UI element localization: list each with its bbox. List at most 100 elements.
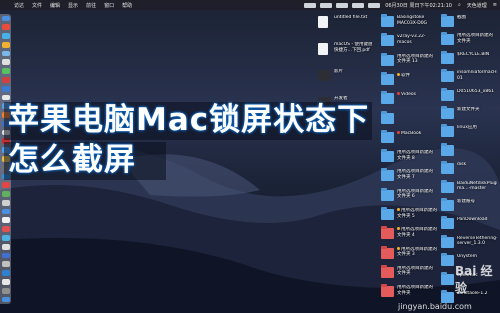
folder-icon[interactable] (381, 226, 394, 240)
dock-app-icon[interactable] (1, 191, 10, 197)
desktop-item-label[interactable]: insomniaformacHIB_8-01 (457, 70, 497, 81)
folder-icon[interactable] (441, 142, 454, 156)
dock-app-icon[interactable] (1, 59, 10, 66)
menu-help[interactable]: 帮助 (118, 2, 136, 9)
desktop-item-label[interactable]: 用所选项目新建的文件夹 (397, 285, 437, 296)
status-icon[interactable] (320, 2, 333, 8)
menu-file[interactable]: 文件 (28, 2, 46, 9)
dock-app-icon[interactable] (1, 41, 10, 48)
folder-icon[interactable] (381, 207, 394, 220)
dock-app-icon[interactable] (1, 235, 10, 241)
folder-icon[interactable] (381, 52, 394, 66)
dock-app-icon[interactable] (1, 199, 10, 206)
user-name[interactable]: 天色道理 (464, 2, 490, 9)
folder-icon[interactable] (381, 264, 394, 278)
desktop-item-label[interactable]: ReverseTethering-server_1.3.0 (457, 236, 497, 247)
folder-icon[interactable] (381, 71, 394, 85)
desktop-item-label[interactable]: $RECYCLE.BIN (457, 52, 497, 58)
desktop-item-label[interactable]: v2ray-v3.22-macos (397, 34, 437, 45)
desktop-item-label[interactable]: BaiduNetdiskPlugin-ma…-master (457, 181, 497, 192)
folder-icon[interactable] (441, 106, 454, 119)
desktop-item-text: ReverseTethering-server_1.3.0 (457, 235, 497, 247)
dock-app-icon[interactable] (1, 33, 10, 39)
dock-app-icon[interactable] (1, 296, 10, 303)
folder-icon[interactable] (441, 198, 454, 211)
folder-icon[interactable] (441, 161, 454, 175)
menu-edit[interactable]: 编辑 (46, 2, 64, 9)
folder-icon[interactable] (381, 33, 394, 47)
folder-icon[interactable] (441, 234, 454, 248)
desktop-item-label[interactable]: D0510653_x861 (457, 89, 497, 95)
desktop-item-label[interactable]: disk (457, 162, 497, 168)
desktop-item-label[interactable]: 用所选项目新建的文件夹 7 (397, 169, 437, 180)
dock-app-icon[interactable] (1, 50, 10, 57)
desktop-item-text: $RECYCLE.BIN (457, 51, 490, 57)
dock-app-icon[interactable] (1, 85, 10, 92)
dock-app-icon[interactable] (1, 15, 10, 22)
menu-finder[interactable]: 访达 (10, 2, 28, 9)
folder-icon[interactable] (441, 271, 454, 285)
desktop-item-label[interactable]: 新建账号 (457, 199, 497, 205)
folder-icon[interactable] (441, 32, 454, 46)
dock-app-icon[interactable] (1, 261, 10, 268)
desktop-item-label[interactable]: 用所选项目新建的文件夹 5 (397, 208, 437, 219)
menu-extras-icon[interactable]: ≡ (490, 2, 500, 8)
desktop-item-label[interactable]: MacBook (397, 130, 437, 137)
dock-app-icon[interactable] (1, 252, 10, 259)
desktop-item-label[interactable]: macOS - 使用键盘快捷方…下回.pdf (334, 42, 374, 53)
desktop-item-label[interactable]: 用所选项目新建的文件夹 4 (397, 227, 437, 238)
menu-go[interactable]: 前往 (82, 2, 100, 9)
dock-app-icon[interactable] (1, 243, 10, 250)
dock-app-icon[interactable] (1, 287, 10, 294)
desktop-item-label[interactable]: 截图 (457, 15, 497, 21)
dock-app-icon[interactable] (1, 270, 10, 276)
dock-app-icon[interactable] (1, 24, 10, 31)
folder-icon[interactable] (441, 179, 454, 193)
dock-app-icon[interactable] (1, 182, 10, 189)
folder-icon[interactable] (381, 14, 394, 27)
desktop-item-label[interactable]: Basingstoke MAC03X-D0G (397, 15, 437, 26)
folder-icon[interactable] (381, 187, 394, 201)
status-icon[interactable] (336, 2, 349, 8)
folder-icon[interactable] (441, 216, 454, 230)
desktop-item-text: Unystem (457, 254, 478, 260)
desktop-item-label[interactable]: 新建文件夹 (457, 107, 497, 113)
dock-app-icon[interactable] (1, 208, 10, 215)
dock-app-icon[interactable] (1, 76, 10, 83)
folder-icon[interactable] (381, 245, 394, 259)
desktop-item-label[interactable]: 用所选项目新建的文件夹 6 (397, 189, 437, 200)
desktop-item-label[interactable]: 影片 (334, 69, 374, 75)
desktop-item-label[interactable]: PanDownload (457, 217, 497, 223)
status-icon[interactable] (304, 2, 317, 8)
folder-icon[interactable] (441, 14, 454, 27)
document-icon[interactable] (318, 43, 328, 55)
app-icon[interactable] (318, 70, 331, 81)
desktop-item-label[interactable]: 用所选项目新建的文件夹 3 (397, 246, 437, 258)
folder-icon[interactable] (441, 50, 454, 64)
menu-view[interactable]: 显示 (64, 2, 82, 9)
folder-icon[interactable] (441, 69, 454, 83)
folder-icon[interactable] (441, 87, 454, 101)
document-icon[interactable] (318, 16, 328, 28)
dock-app-icon[interactable] (1, 68, 10, 74)
folder-icon[interactable] (441, 253, 454, 267)
desktop-item-label[interactable]: untitled file.txt (334, 15, 374, 21)
search-icon[interactable]: ⌕ (455, 2, 464, 8)
desktop-item-label[interactable]: Unystem (457, 254, 497, 260)
desktop-item-label[interactable]: Videos (397, 92, 437, 98)
folder-icon[interactable] (441, 124, 454, 138)
desktop-item-label[interactable]: 软件 (397, 72, 437, 79)
folder-icon[interactable] (381, 284, 394, 298)
desktop-item-label[interactable]: 用所选项目新建的文件夹 (457, 33, 497, 44)
desktop-item-label[interactable]: linux应用 (457, 125, 497, 131)
menu-window[interactable]: 窗口 (100, 2, 118, 9)
battery-icon[interactable] (368, 2, 381, 8)
dock-app-icon[interactable] (1, 217, 10, 224)
clock[interactable]: 06月30日 周日下午02:21:10 (382, 2, 455, 9)
dock-app-icon[interactable] (1, 278, 10, 285)
wifi-icon[interactable] (352, 2, 365, 8)
desktop-item-label[interactable]: 用所选项目新建的文件夹 13 (397, 54, 437, 65)
dock-app-icon[interactable] (1, 226, 10, 233)
desktop-item-label[interactable]: 用所选项目新建的文件夹 (397, 266, 437, 277)
desktop-item-label[interactable]: 用所选项目新建的文件夹 8 (397, 150, 437, 161)
